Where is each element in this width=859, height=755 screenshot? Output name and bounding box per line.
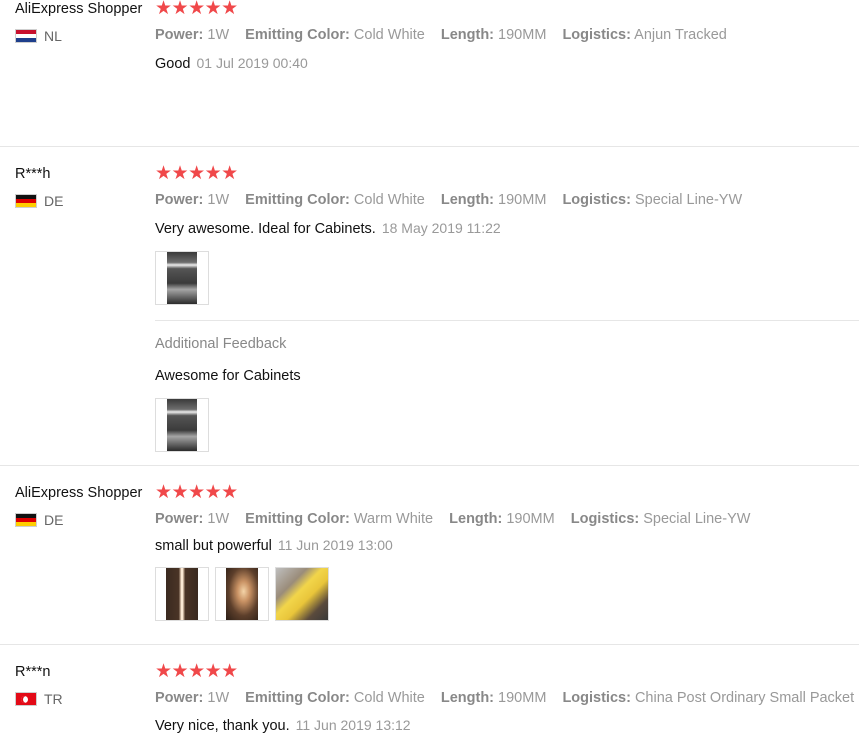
star-rating-icon: ★★★★★ bbox=[155, 662, 238, 682]
review-item: AliExpress Shopper NL ★★★★★ Power: 1W Em… bbox=[0, 0, 859, 147]
review-item: AliExpress Shopper DE ★★★★★ Power: 1W Em… bbox=[0, 466, 859, 645]
additional-photos bbox=[155, 398, 859, 452]
photo-image bbox=[226, 568, 258, 620]
reviewer-name: R***n bbox=[15, 664, 51, 680]
review-photo-thumbnail[interactable] bbox=[155, 567, 209, 621]
review-date: 01 Jul 2019 00:40 bbox=[196, 55, 308, 71]
attr-length: Length: 190MM bbox=[440, 27, 547, 43]
review-photo-thumbnail[interactable] bbox=[275, 567, 329, 621]
reviewer-country: DE bbox=[15, 512, 142, 528]
comment-text: Very awesome. Ideal for Cabinets. bbox=[155, 221, 376, 237]
review-content: ★★★★★ Power: 1W Emitting Color: Cold Whi… bbox=[155, 164, 859, 452]
reviewer-info: R***n TR bbox=[15, 662, 63, 707]
attr-power: Power: 1W bbox=[155, 511, 230, 527]
flag-de-icon bbox=[15, 194, 37, 208]
attr-power: Power: 1W bbox=[155, 192, 230, 208]
country-code: DE bbox=[44, 512, 64, 528]
attr-color: Emitting Color: Cold White bbox=[245, 27, 425, 43]
review-content: ★★★★★ Power: 1W Emitting Color: Warm Whi… bbox=[155, 483, 859, 621]
review-item: R***h DE ★★★★★ Power: 1W Emitting Color:… bbox=[0, 147, 859, 466]
review-date: 18 May 2019 11:22 bbox=[381, 220, 501, 236]
star-rating-icon: ★★★★★ bbox=[155, 482, 238, 503]
review-photo-thumbnail[interactable] bbox=[155, 251, 209, 305]
country-code: DE bbox=[44, 193, 64, 209]
star-rating-icon: ★★★★★ bbox=[155, 0, 238, 19]
reviewer-info: AliExpress Shopper DE bbox=[15, 483, 142, 528]
review-item: R***n TR ★★★★★ Power: 1W Emitting Color:… bbox=[0, 645, 859, 755]
comment-text: small but powerful bbox=[155, 538, 272, 554]
product-attributes: Power: 1W Emitting Color: Cold White Len… bbox=[155, 191, 859, 209]
reviewer-name: AliExpress Shopper bbox=[15, 1, 143, 17]
country-code: NL bbox=[44, 28, 62, 44]
review-photos bbox=[155, 567, 859, 621]
attr-color: Emitting Color: Cold White bbox=[245, 690, 425, 706]
comment-text: Good bbox=[155, 56, 191, 72]
attr-logistics: Logistics: China Post Ordinary Small Pac… bbox=[562, 690, 859, 706]
flag-de-icon bbox=[15, 513, 37, 527]
review-photo-thumbnail[interactable] bbox=[155, 398, 209, 452]
photo-image bbox=[167, 252, 197, 304]
photo-image bbox=[276, 568, 328, 620]
attr-length: Length: 190MM bbox=[449, 511, 555, 527]
reviewer-country: NL bbox=[15, 28, 142, 44]
flag-nl-icon bbox=[15, 29, 37, 43]
attr-logistics: Logistics: Special Line-YW bbox=[562, 192, 743, 208]
review-comment: Very awesome. Ideal for Cabinets. 18 May … bbox=[155, 219, 859, 238]
attr-length: Length: 190MM bbox=[440, 192, 547, 208]
star-rating-icon: ★★★★★ bbox=[155, 163, 238, 184]
additional-feedback: Additional Feedback Awesome for Cabinets bbox=[155, 320, 859, 452]
attr-power: Power: 1W bbox=[155, 690, 230, 706]
reviewer-country: TR bbox=[15, 691, 63, 707]
attr-color: Emitting Color: Warm White bbox=[245, 511, 434, 527]
review-comment: small but powerful 11 Jun 2019 13:00 bbox=[155, 536, 859, 555]
review-content: ★★★★★ Power: 1W Emitting Color: Cold Whi… bbox=[155, 662, 859, 735]
additional-feedback-label: Additional Feedback bbox=[155, 336, 287, 352]
product-attributes: Power: 1W Emitting Color: Cold White Len… bbox=[155, 26, 859, 44]
country-code: TR bbox=[44, 691, 63, 707]
flag-tr-icon bbox=[15, 692, 37, 706]
attr-logistics: Logistics: Special Line-YW bbox=[570, 511, 751, 527]
reviewer-country: DE bbox=[15, 193, 63, 209]
reviewer-name: AliExpress Shopper bbox=[15, 485, 143, 501]
product-attributes: Power: 1W Emitting Color: Warm White Len… bbox=[155, 510, 859, 528]
review-content: ★★★★★ Power: 1W Emitting Color: Cold Whi… bbox=[155, 0, 859, 73]
reviewer-info: R***h DE bbox=[15, 164, 63, 209]
photo-image bbox=[167, 399, 197, 451]
comment-text: Very nice, thank you. bbox=[155, 718, 290, 734]
review-date: 11 Jun 2019 13:00 bbox=[277, 537, 393, 553]
additional-feedback-text: Awesome for Cabinets bbox=[155, 368, 301, 384]
photo-image bbox=[166, 568, 198, 620]
review-photos bbox=[155, 251, 859, 305]
product-attributes: Power: 1W Emitting Color: Cold White Len… bbox=[155, 689, 859, 707]
attr-length: Length: 190MM bbox=[440, 690, 547, 706]
reviewer-info: AliExpress Shopper NL bbox=[15, 0, 142, 44]
reviewer-name: R***h bbox=[15, 166, 51, 182]
attr-power: Power: 1W bbox=[155, 27, 230, 43]
review-date: 11 Jun 2019 13:12 bbox=[295, 717, 411, 733]
review-photo-thumbnail[interactable] bbox=[215, 567, 269, 621]
review-comment: Very nice, thank you. 11 Jun 2019 13:12 bbox=[155, 716, 859, 735]
review-comment: Good 01 Jul 2019 00:40 bbox=[155, 54, 859, 73]
attr-logistics: Logistics: Anjun Tracked bbox=[562, 27, 727, 43]
attr-color: Emitting Color: Cold White bbox=[245, 192, 425, 208]
